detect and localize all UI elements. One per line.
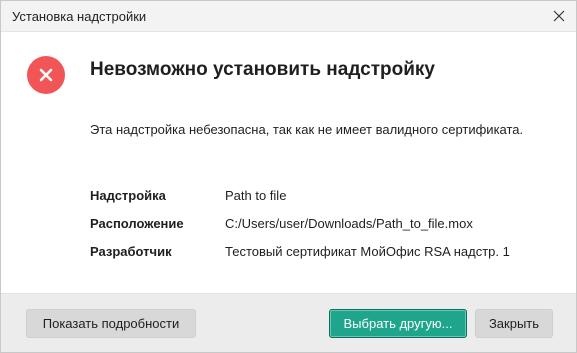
detail-value-addon: Path to file: [225, 188, 287, 203]
title-bar: Установка надстройки: [1, 1, 576, 32]
detail-label-addon: Надстройка: [90, 188, 166, 203]
error-x-icon: [39, 68, 53, 82]
window-close-button[interactable]: [546, 3, 572, 29]
dialog-footer: Показать подробности Выбрать другую... З…: [1, 293, 576, 352]
window-title: Установка надстройки: [12, 9, 147, 24]
error-icon: [27, 56, 65, 94]
install-addon-dialog: Установка надстройки Невозможно установи…: [0, 0, 577, 353]
detail-label-location: Расположение: [90, 216, 184, 231]
choose-other-button[interactable]: Выбрать другую...: [329, 309, 467, 338]
dialog-message: Эта надстройка небезопасна, так как не и…: [90, 122, 524, 137]
show-details-button[interactable]: Показать подробности: [26, 309, 196, 338]
detail-value-developer: Тестовый сертификат МойОфис RSA надстр. …: [225, 244, 510, 259]
detail-label-developer: Разработчик: [90, 244, 172, 259]
dialog-heading: Невозможно установить надстройку: [90, 59, 435, 80]
detail-value-location: C:/Users/user/Downloads/Path_to_file.mox: [225, 216, 473, 231]
close-button[interactable]: Закрыть: [475, 309, 553, 338]
close-icon: [553, 10, 565, 22]
